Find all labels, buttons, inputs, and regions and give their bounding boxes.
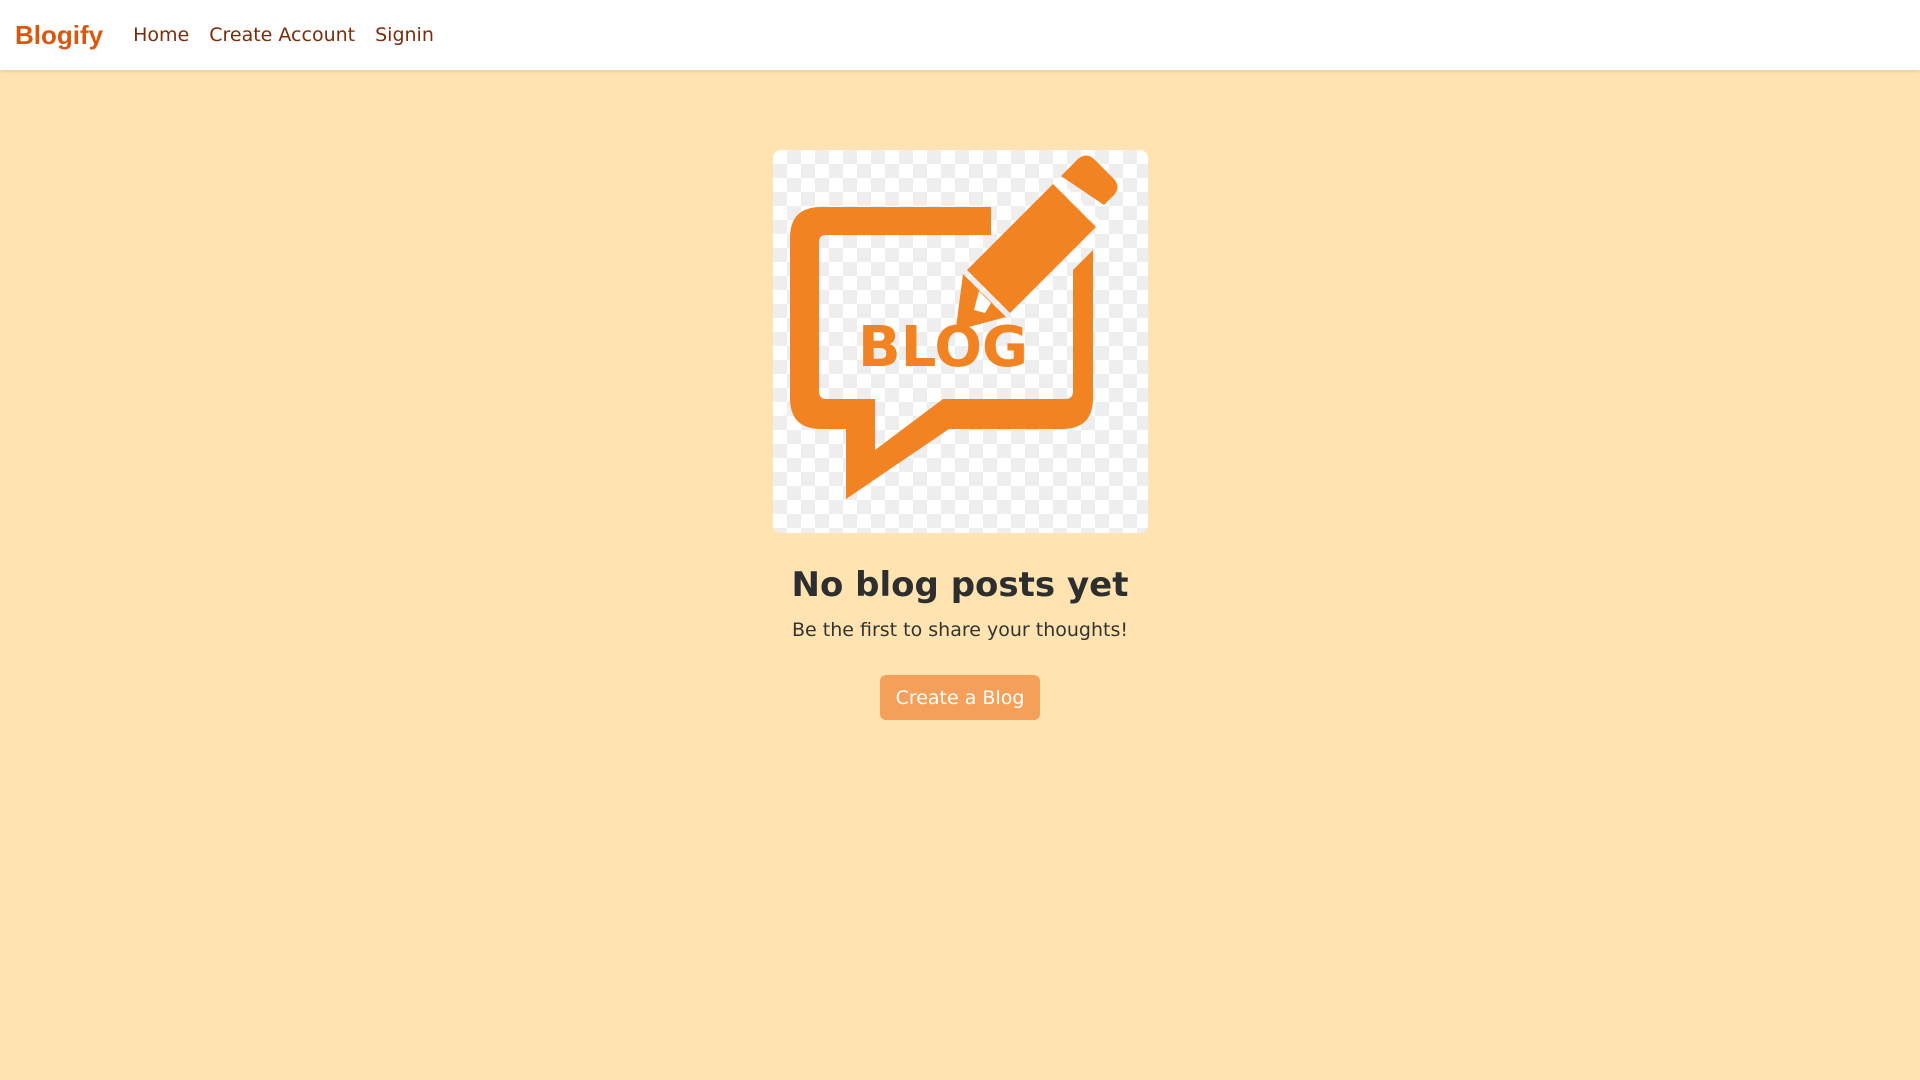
main-content: BLOG No blog posts yet Be the first to s… [0, 70, 1920, 1080]
logo-blog-text: BLOG [858, 315, 1028, 380]
create-blog-button[interactable]: Create a Blog [879, 675, 1041, 720]
nav-link-home[interactable]: Home [133, 24, 189, 46]
nav-link-signin[interactable]: Signin [375, 24, 434, 46]
empty-state-subtitle: Be the first to share your thoughts! [792, 619, 1128, 641]
nav-link-create-account[interactable]: Create Account [209, 24, 355, 46]
empty-state-title: No blog posts yet [791, 565, 1129, 605]
navbar: Blogify Home Create Account Signin [0, 0, 1920, 70]
nav-links: Home Create Account Signin [133, 24, 454, 46]
blog-logo-icon: BLOG [789, 155, 1117, 499]
brand-link[interactable]: Blogify [15, 20, 103, 51]
blog-logo-image: BLOG [772, 150, 1148, 533]
